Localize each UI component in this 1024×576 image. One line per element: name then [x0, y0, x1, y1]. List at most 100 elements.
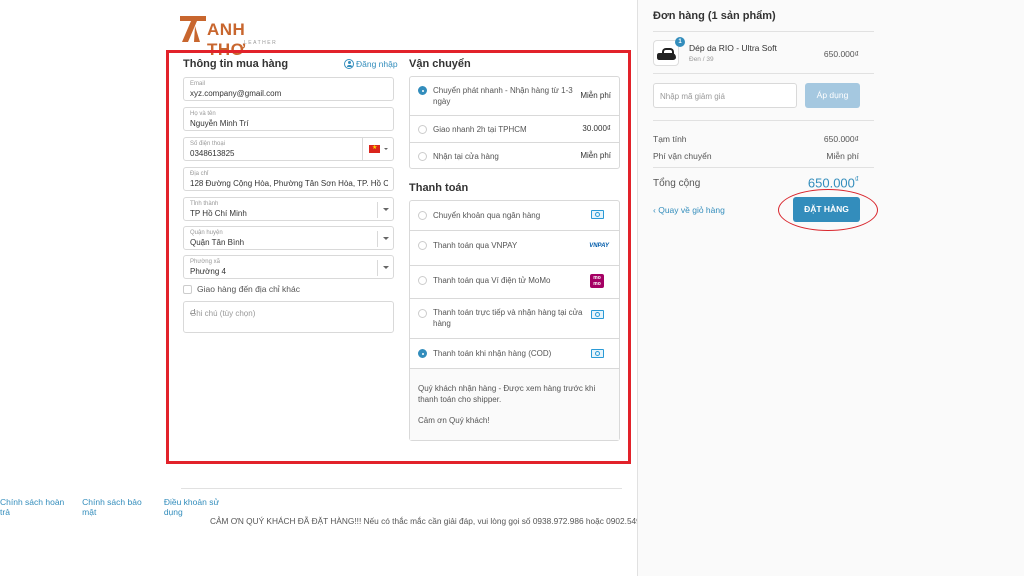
highlight-ellipse: [778, 189, 878, 231]
shipping-price-express: Miễn phí: [580, 91, 611, 100]
chevron-down-icon: [377, 260, 393, 276]
momo-icon: mo mo: [590, 274, 604, 288]
shipping-title: Vận chuyển: [409, 58, 471, 70]
total-label: Tổng cộng: [653, 178, 701, 189]
apply-coupon-button[interactable]: Áp dụng: [805, 83, 860, 108]
payment-option-momo[interactable]: Thanh toán qua Ví điện tử MoMo mo mo: [410, 265, 619, 298]
shipping-radio-2h[interactable]: [418, 125, 427, 134]
shipping-option-express[interactable]: Chuyển phát nhanh - Nhận hàng từ 1-3 ngà…: [410, 77, 619, 115]
footer-link-privacy[interactable]: Chính sách bảo mật: [82, 497, 153, 517]
district-select[interactable]: Quận huyện Quận Tân Bình: [183, 226, 394, 250]
shipping-option-pickup[interactable]: Nhận tại cửa hàng Miễn phí: [410, 142, 619, 168]
district-value: Quận Tân Bình: [190, 238, 245, 247]
footer-links: Chính sách hoàn trả Chính sách bảo mật Đ…: [0, 497, 235, 517]
footer-link-terms[interactable]: Điều khoản sử dụng: [164, 497, 235, 517]
order-summary: Đơn hàng (1 sản phẩm) 1 Dép da RIO - Ult…: [637, 0, 1024, 576]
ship-other-address-option[interactable]: Giao hàng đến địa chỉ khác: [183, 284, 300, 294]
cash-icon: [591, 349, 604, 358]
phone-value: 0348613825: [190, 149, 235, 158]
payment-radio-cod[interactable]: [418, 349, 427, 358]
total-value: 650.000₫: [808, 175, 859, 190]
divider: [653, 73, 874, 74]
back-to-cart-link[interactable]: ‹ Quay về giỏ hàng: [653, 205, 725, 215]
product-name: Dép da RIO - Ultra Soft: [689, 43, 777, 53]
email-value: xyz.company@gmail.com: [190, 89, 282, 98]
country-code-select[interactable]: [362, 138, 393, 160]
note-textarea[interactable]: Ghi chú (tùy chọn): [183, 301, 394, 333]
shipping-options: Chuyển phát nhanh - Nhận hàng từ 1-3 ngà…: [409, 76, 620, 169]
address-value: 128 Đường Cộng Hòa, Phường Tân Sơn Hòa, …: [190, 179, 388, 188]
shipping-label-express: Chuyển phát nhanh - Nhận hàng từ 1-3 ngà…: [433, 86, 573, 106]
shipping-price-pickup: Miễn phí: [580, 151, 611, 160]
divider: [653, 120, 874, 121]
shipping-radio-express[interactable]: [418, 86, 427, 95]
payment-label-store: Thanh toán trực tiếp và nhận hàng tại cử…: [433, 308, 583, 328]
payment-option-store[interactable]: Thanh toán trực tiếp và nhận hàng tại cử…: [410, 298, 619, 338]
shipping-option-2h[interactable]: Giao nhanh 2h tại TPHCM 30.000₫: [410, 115, 619, 142]
vietnam-flag-icon: [369, 144, 380, 153]
order-title: Đơn hàng (1 sản phẩm): [653, 10, 776, 22]
brand-logo[interactable]: ANH THƠ LEATHER: [180, 16, 280, 59]
payment-radio-vnpay[interactable]: [418, 241, 427, 250]
subtotal-value: 650.000₫: [823, 134, 859, 144]
quantity-badge: 1: [675, 37, 685, 47]
province-label: Tỉnh thành: [190, 201, 219, 207]
subtotal-label: Tạm tính: [653, 134, 687, 144]
user-icon: [344, 59, 354, 69]
address-field[interactable]: Địa chỉ 128 Đường Cộng Hòa, Phường Tân S…: [183, 167, 394, 191]
payment-label-cod: Thanh toán khi nhận hàng (COD): [433, 349, 552, 358]
cod-thanks-text: Cảm ơn Quý khách!: [418, 416, 490, 425]
payment-label-momo: Thanh toán qua Ví điện tử MoMo: [433, 276, 551, 285]
payment-option-cod[interactable]: Thanh toán khi nhận hàng (COD): [410, 338, 619, 368]
payment-title: Thanh toán: [409, 182, 469, 194]
checkout-main: ANH THƠ LEATHER Thông tin mua hàng Đăng …: [0, 0, 657, 576]
cod-info-text: Quý khách nhận hàng - Được xem hàng trướ…: [418, 384, 596, 404]
phone-label: Số điện thoại: [190, 141, 226, 147]
coupon-placeholder: Nhập mã giảm giá: [660, 92, 725, 101]
name-value: Nguyễn Minh Trí: [190, 119, 249, 128]
ward-select[interactable]: Phường xã Phường 4: [183, 255, 394, 279]
payment-label-bank: Chuyển khoản qua ngân hàng: [433, 211, 541, 220]
vnpay-icon: VNPAY: [589, 243, 609, 249]
address-label: Địa chỉ: [190, 171, 209, 177]
payment-radio-momo[interactable]: [418, 276, 427, 285]
name-label: Họ và tên: [190, 111, 216, 117]
coupon-input[interactable]: Nhập mã giảm giá: [653, 83, 797, 108]
province-select[interactable]: Tỉnh thành TP Hồ Chí Minh: [183, 197, 394, 221]
footer-divider: [181, 488, 622, 489]
cod-info-panel: Quý khách nhận hàng - Được xem hàng trướ…: [410, 368, 619, 440]
divider: [653, 31, 874, 32]
shipping-radio-pickup[interactable]: [418, 152, 427, 161]
product-price: 650.000₫: [823, 49, 859, 59]
chevron-down-icon: [377, 231, 393, 247]
login-label: Đăng nhập: [356, 59, 398, 69]
district-label: Quận huyện: [190, 230, 223, 236]
cash-icon: [591, 310, 604, 319]
resize-handle-icon[interactable]: [190, 309, 195, 314]
logo-subtext: LEATHER: [244, 40, 278, 46]
sandal-icon: [657, 48, 676, 60]
province-value: TP Hồ Chí Minh: [190, 209, 247, 218]
product-variant: Đen / 39: [689, 56, 714, 63]
ship-other-checkbox[interactable]: [183, 284, 192, 294]
email-field[interactable]: Email xyz.company@gmail.com: [183, 77, 394, 101]
shipping-label-2h: Giao nhanh 2h tại TPHCM: [433, 125, 527, 134]
payment-option-bank[interactable]: Chuyển khoản qua ngân hàng: [410, 201, 619, 230]
shipping-fee-row: Phí vận chuyển Miễn phí: [653, 151, 859, 161]
customer-info-title: Thông tin mua hàng: [183, 58, 289, 70]
name-field[interactable]: Họ và tên Nguyễn Minh Trí: [183, 107, 394, 131]
footer-note: CẢM ƠN QUÝ KHÁCH ĐÃ ĐẶT HÀNG!!! Nếu có t…: [210, 516, 657, 526]
login-link[interactable]: Đăng nhập: [344, 59, 398, 69]
divider: [653, 167, 874, 168]
payment-radio-bank[interactable]: [418, 211, 427, 220]
phone-field[interactable]: Số điện thoại 0348613825: [183, 137, 394, 161]
total-currency: ₫: [854, 175, 859, 184]
footer-link-refund[interactable]: Chính sách hoàn trả: [0, 497, 71, 517]
payment-radio-store[interactable]: [418, 309, 427, 318]
cash-icon: [591, 210, 604, 219]
ward-label: Phường xã: [190, 259, 220, 265]
payment-option-vnpay[interactable]: Thanh toán qua VNPAY VNPAY: [410, 230, 619, 265]
subtotal-row: Tạm tính 650.000₫: [653, 134, 859, 144]
ward-value: Phường 4: [190, 267, 226, 276]
chevron-down-icon: [384, 148, 388, 150]
